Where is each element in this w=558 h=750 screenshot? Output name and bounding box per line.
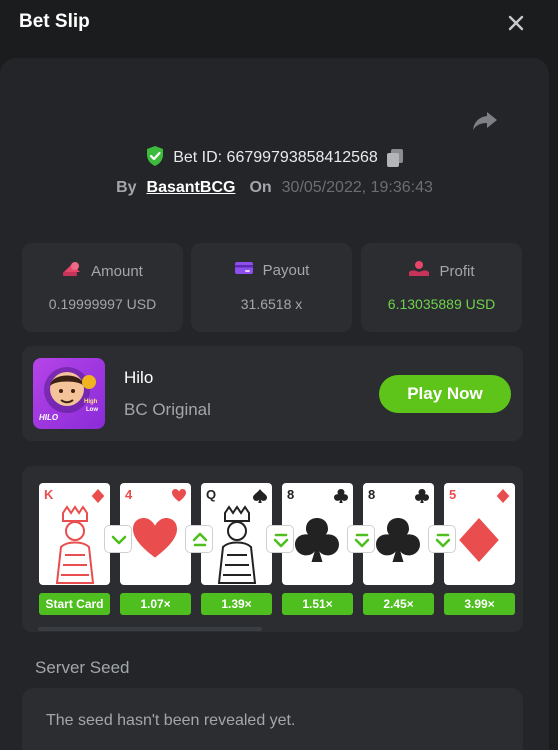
multiplier-label: 1.39× [201, 593, 272, 615]
bet-date: 30/05/2022, 19:36:43 [281, 179, 433, 196]
multiplier-label: 3.99× [444, 593, 515, 615]
card-rank: Q [206, 487, 217, 502]
thumb-low-text: Low [86, 407, 98, 413]
page-scrollbar[interactable] [552, 0, 558, 750]
start-card-label: Start Card [39, 593, 110, 615]
stat-amount-label: Amount [91, 262, 143, 280]
payout-icon [234, 260, 254, 280]
game-thumbnail: High Low HILO [33, 358, 105, 429]
thumb-brand-text: HILO [39, 413, 59, 422]
stat-amount-value: 0.19999997 USD [48, 296, 157, 312]
card-art [39, 505, 110, 585]
card-rank: 8 [287, 487, 295, 502]
multiplier-label: 1.51× [282, 593, 353, 615]
playing-card: K [39, 483, 110, 585]
stat-profit-value: 6.13035889 USD [387, 296, 496, 312]
multiplier-label: 2.45× [363, 593, 434, 615]
bet-id: Bet ID: 66799793858412568 [173, 149, 378, 166]
stat-payout: Payout 31.6518 x [191, 243, 352, 332]
thumb-high-text: High [84, 399, 98, 405]
header: Bet Slip [0, 0, 558, 46]
user-link[interactable]: BasantBCG [147, 179, 236, 197]
card-rank: K [44, 487, 54, 502]
stat-profit-label: Profit [439, 262, 475, 280]
copy-icon[interactable] [386, 148, 404, 168]
close-icon[interactable] [505, 12, 527, 34]
game-subtitle: BC Original [124, 400, 211, 419]
amount-icon [62, 260, 82, 282]
cards-history: K Start Card 4 1.07× Q 1.39× 8 1.51× 8 2.45× 5 3.99… [22, 466, 523, 632]
game-name: Hilo [124, 368, 154, 387]
by-label: By [116, 179, 137, 196]
higher-equal-icon [185, 525, 213, 553]
stat-payout-label: Payout [262, 261, 310, 279]
bet-author-row: By BasantBCG On 30/05/2022, 19:36:43 [0, 176, 549, 200]
card-rank: 8 [368, 487, 376, 502]
multiplier-label: 1.07× [120, 593, 191, 615]
stat-profit: Profit 6.13035889 USD [361, 243, 522, 332]
chevron-down-icon [104, 525, 132, 553]
shield-check-icon [145, 145, 165, 172]
profit-icon [408, 260, 430, 282]
game-card: High Low HILO Hilo BC Original Play Now [22, 346, 523, 441]
card-rank: 4 [125, 487, 133, 502]
stat-amount: Amount 0.19999997 USD [22, 243, 183, 332]
page-title: Bet Slip [19, 11, 90, 32]
server-seed-box: The seed hasn't been revealed yet. [22, 688, 523, 750]
lower-equal-icon [266, 525, 294, 553]
bet-id-row: Bet ID: 66799793858412568 [0, 145, 549, 171]
stat-payout-value: 31.6518 x [240, 296, 303, 312]
lower-equal-icon [428, 525, 456, 553]
lower-equal-icon [347, 525, 375, 553]
server-seed-value: The seed hasn't been revealed yet. [46, 712, 296, 729]
cards-scrollbar[interactable] [38, 627, 262, 631]
play-now-button[interactable]: Play Now [379, 375, 511, 413]
server-seed-label: Server Seed [35, 658, 130, 677]
share-icon[interactable] [471, 108, 499, 134]
card-rank: 5 [449, 487, 457, 502]
on-label: On [249, 179, 272, 196]
